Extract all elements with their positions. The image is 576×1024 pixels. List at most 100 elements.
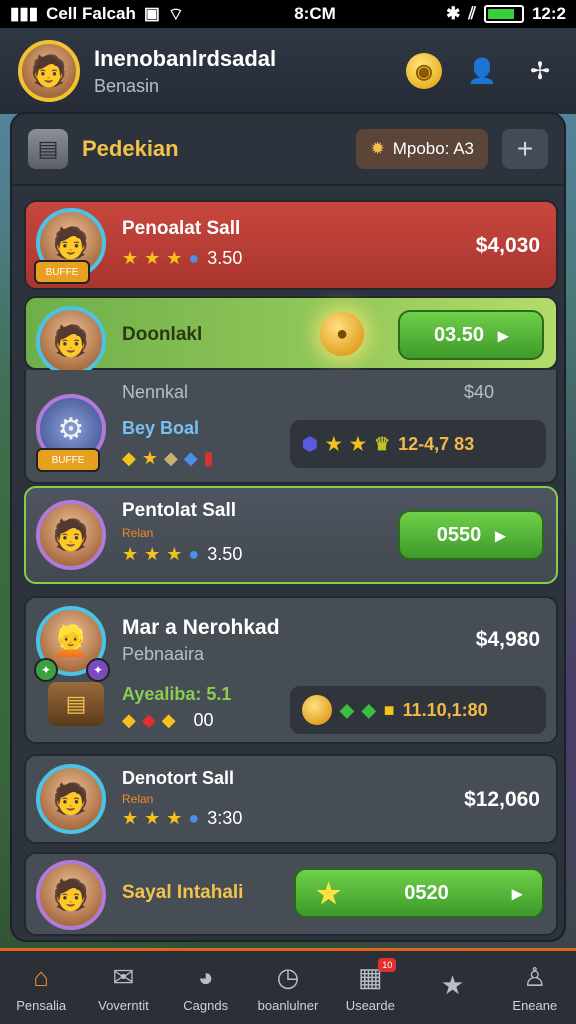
home-icon: ⌂ bbox=[33, 962, 49, 992]
star-icon: ★ bbox=[144, 248, 161, 268]
item-subtitle: Pebnaaira bbox=[122, 644, 205, 664]
arrow-right-icon: ▸ bbox=[498, 324, 509, 347]
coin-icon[interactable]: ◉ bbox=[406, 53, 442, 89]
user-icon[interactable]: 👤 bbox=[464, 53, 500, 89]
rating-stars: ★ ★ ★ ● 3.50 bbox=[122, 248, 242, 269]
star-icon: ★ bbox=[122, 248, 139, 268]
item-tag: Relan bbox=[122, 526, 154, 540]
star-icon: ★ bbox=[144, 544, 161, 564]
buy-button[interactable]: ★ 0520 ▸ bbox=[294, 868, 544, 918]
nav-label: boanlulner bbox=[257, 998, 319, 1013]
star-icon: ★ bbox=[325, 433, 342, 454]
buy-button[interactable]: 0550 ▸ bbox=[398, 510, 544, 560]
nav-label: Cagnds bbox=[183, 998, 229, 1013]
avatar: 🧑 bbox=[36, 500, 106, 570]
gear-icon: ✹ bbox=[370, 139, 385, 158]
notification-icon: ▣ bbox=[143, 4, 160, 23]
list-item[interactable]: Nennkal $40 ⚙ BUFFE Bey Boal ◆ ★ ◆ ◆ ▮ ⬢… bbox=[24, 370, 558, 484]
chest-icon: ▤ bbox=[48, 682, 104, 726]
badge-icon: BUFFE bbox=[36, 448, 100, 472]
badge-icon: ✦ bbox=[34, 658, 58, 682]
list-item[interactable]: 🧑 BUFFE Penoalat Sall ★ ★ ★ ● 3.50 $4,03… bbox=[24, 200, 558, 290]
star-icon: ★ bbox=[316, 877, 342, 909]
star-icon: ★ bbox=[141, 448, 158, 468]
gold-coin-icon bbox=[302, 695, 332, 725]
nav-item-grid[interactable]: ▦ 10 Usearde bbox=[330, 958, 410, 1013]
main-panel: ▤ Pedekian ✹ Mpobo: A3 + 🧑 BUFFE Penoala… bbox=[10, 112, 566, 942]
nav-item-home[interactable]: ⌂ Pensalia bbox=[1, 962, 81, 1013]
header-title: Inenobanlrdsadal bbox=[94, 45, 277, 71]
gem-icon: ◆ bbox=[340, 699, 354, 720]
nav-item-profile[interactable]: ♙ Eneane bbox=[495, 962, 575, 1013]
gem-icon: ◆ bbox=[163, 448, 178, 468]
arrow-right-icon: ▸ bbox=[511, 882, 522, 905]
item-tag: Ayealiba: 5.1 bbox=[122, 684, 232, 704]
item-sublabel: Nennkal bbox=[122, 382, 189, 402]
rating-value: 3.50 bbox=[207, 544, 243, 564]
item-price: $12,060 bbox=[464, 788, 540, 811]
notification-badge: 10 bbox=[378, 958, 397, 972]
rating-value: 3:30 bbox=[207, 808, 243, 828]
gem-icon: ◆ bbox=[161, 710, 176, 730]
button-value: 03.50 bbox=[433, 323, 484, 346]
gem-icon: ◆ bbox=[141, 710, 156, 730]
list-item[interactable]: 🧑 Sayal Intahali ★ 0520 ▸ bbox=[24, 852, 558, 936]
strip-value: 12-4,7 83 bbox=[398, 433, 475, 454]
gem-icon: ● bbox=[188, 248, 200, 268]
avatar: 🧑 bbox=[36, 306, 106, 376]
star-icon: ★ bbox=[166, 808, 183, 828]
reward-strip: ⬢ ★ ★ ♛ 12-4,7 83 bbox=[290, 420, 546, 468]
tag-value: 00 bbox=[193, 710, 214, 730]
signal-strength-icon: ⫽ bbox=[468, 4, 476, 23]
rating-stars: ★ ★ ★ ● 3.50 bbox=[122, 544, 242, 565]
item-subvalue: $40 bbox=[464, 382, 495, 402]
star-icon: ★ bbox=[166, 248, 183, 268]
nav-item-cards[interactable]: ✉ Voverntit bbox=[83, 962, 163, 1013]
star-icon: ★ bbox=[166, 544, 183, 564]
list-item[interactable]: 👱 ✦ ✦ Mar a Nerohkad Pebnaaira $4,980 ▤ … bbox=[24, 596, 558, 744]
gold-orb-icon: ● bbox=[320, 312, 364, 356]
item-name: Denotort Sall bbox=[122, 768, 235, 788]
status-right-time: 12:2 bbox=[531, 4, 566, 23]
crown-icon: ♛ bbox=[374, 433, 391, 454]
gem-icon: ◆ bbox=[122, 710, 136, 730]
buy-button[interactable]: 03.50 ▸ bbox=[398, 310, 544, 360]
item-tag: Relan bbox=[122, 792, 154, 806]
item-name: Bey Boal bbox=[122, 418, 200, 438]
list-item[interactable]: 🧑 Denotort Sall Relan ★ ★ ★ ● 3:30 $12,0… bbox=[24, 754, 558, 844]
wifi-icon: ⌔ bbox=[167, 4, 184, 24]
nav-item-clock[interactable]: ◷ boanlulner bbox=[248, 962, 328, 1013]
gem-icon: ● bbox=[188, 808, 200, 828]
shield-icon: ⬢ bbox=[302, 433, 318, 454]
nav-label: Pensalia bbox=[16, 998, 67, 1013]
palette-icon: ◕ bbox=[197, 962, 214, 992]
nav-item-palette[interactable]: ◕ Cagnds bbox=[166, 962, 246, 1013]
star-icon: ★ bbox=[122, 808, 139, 828]
item-gems: ◆ ★ ◆ ◆ ▮ bbox=[122, 448, 214, 469]
list-item[interactable]: 🧑 Pentolat Sall Relan ★ ★ ★ ● 3.50 0550 … bbox=[24, 486, 558, 584]
status-time: 8:CM bbox=[294, 4, 336, 23]
potion-icon: ▮ bbox=[203, 448, 214, 468]
nav-item-star[interactable]: ★ bbox=[413, 970, 493, 1006]
add-button[interactable]: + bbox=[502, 129, 548, 169]
arrow-right-icon: ▸ bbox=[495, 524, 506, 547]
nav-label: Usearde bbox=[345, 998, 395, 1013]
bottom-nav: ⌂ Pensalia ✉ Voverntit ◕ Cagnds ◷ boanlu… bbox=[0, 948, 576, 1024]
star-icon: ★ bbox=[440, 969, 465, 1000]
rating-value: 3.50 bbox=[207, 248, 243, 268]
cards-icon: ✉ bbox=[112, 962, 135, 992]
star-icon: ★ bbox=[144, 808, 161, 828]
strip-value: 11.10,1:80 bbox=[402, 699, 488, 720]
list-item[interactable]: 🧑 Doonlakl ● 03.50 ▸ bbox=[24, 296, 558, 376]
button-value: 0520 bbox=[404, 881, 449, 904]
avatar: 🧑 bbox=[36, 764, 106, 834]
item-gems: ◆ ◆ ◆ 00 bbox=[122, 710, 214, 731]
header-subtitle: Benasin bbox=[94, 75, 160, 96]
user-avatar[interactable]: 🧑 bbox=[18, 40, 80, 102]
share-icon[interactable]: ✢ bbox=[522, 53, 558, 89]
rating-stars: ★ ★ ★ ● 3:30 bbox=[122, 808, 242, 829]
badge-icon: ✦ bbox=[86, 658, 110, 682]
signal-icon: ▮▮▮ bbox=[10, 4, 39, 23]
gem-icon: ◆ bbox=[122, 448, 136, 468]
filter-button[interactable]: ✹ Mpobo: A3 bbox=[356, 129, 488, 169]
